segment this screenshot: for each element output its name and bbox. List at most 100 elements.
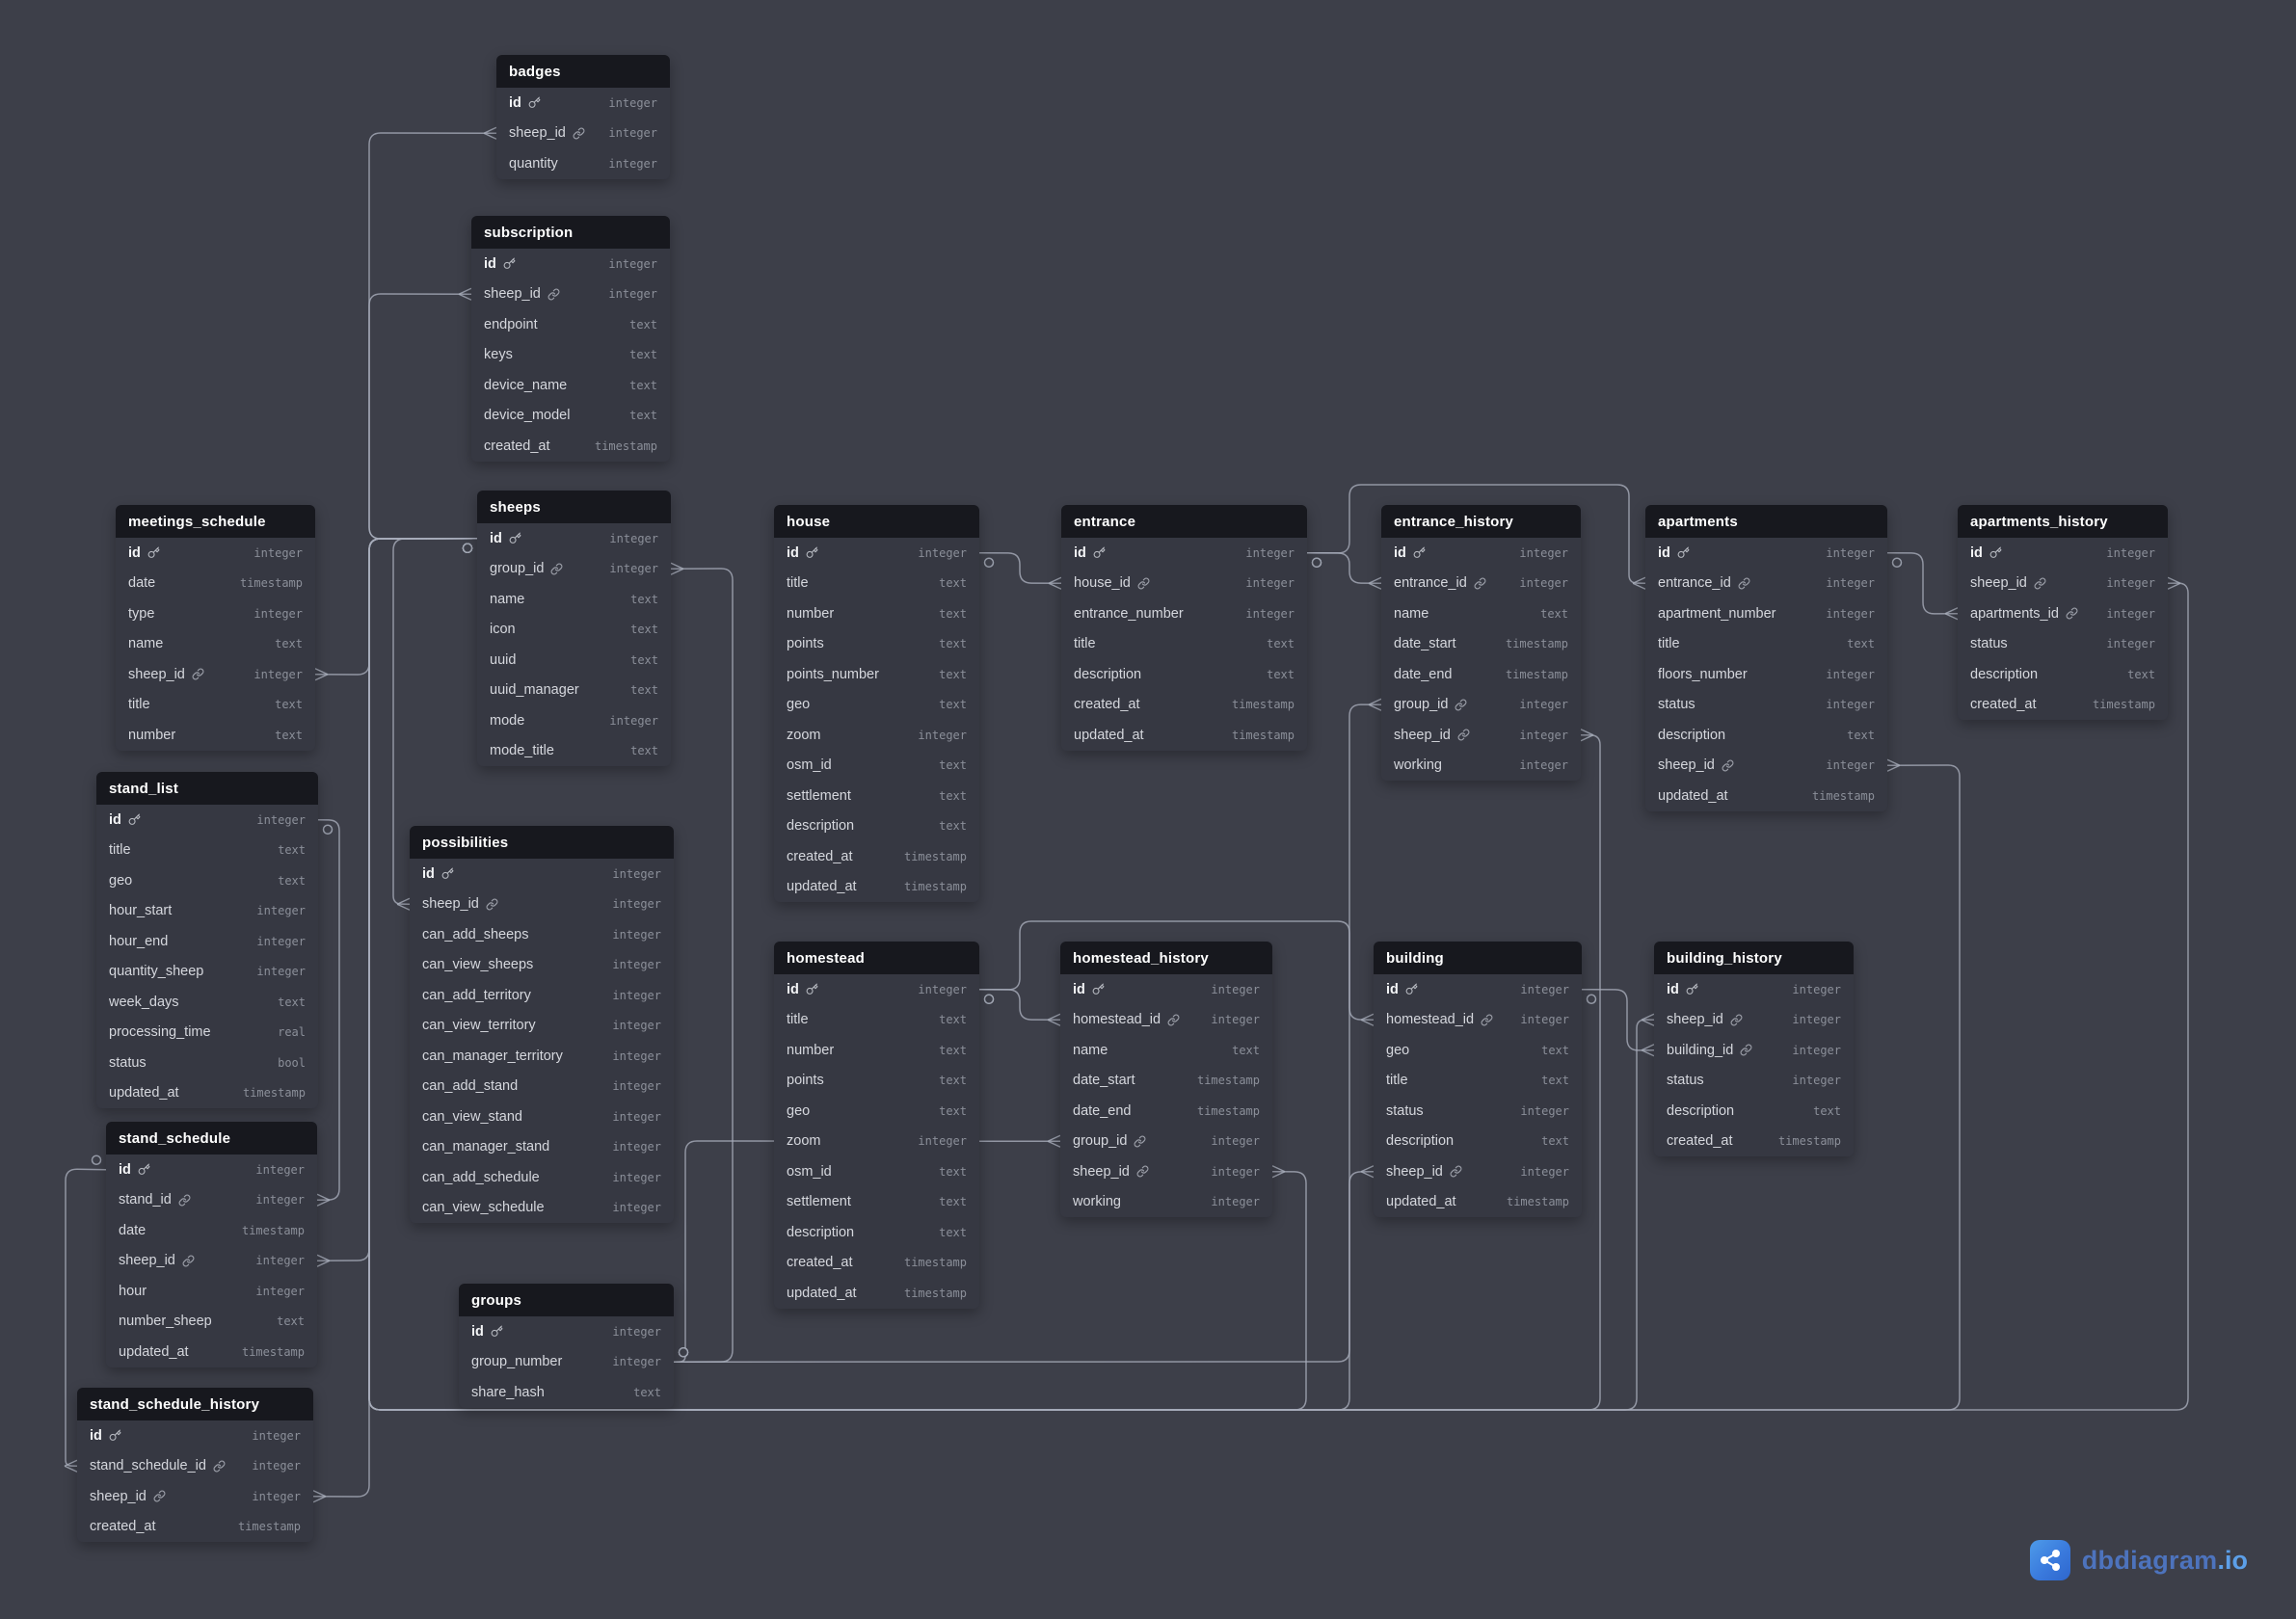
field-row-apartments-status[interactable]: statusinteger: [1645, 690, 1887, 721]
field-row-entrance-title[interactable]: titletext: [1061, 629, 1307, 660]
field-row-subscription-sheep_id[interactable]: sheep_idinteger: [471, 279, 670, 310]
field-row-homestead-description[interactable]: descriptiontext: [774, 1217, 979, 1248]
field-row-entrance_history-date_end[interactable]: date_endtimestamp: [1381, 659, 1581, 690]
table-entrance[interactable]: entranceidintegerhouse_idintegerentrance…: [1061, 505, 1307, 751]
table-header-groups[interactable]: groups: [459, 1284, 674, 1316]
table-header-meetings_schedule[interactable]: meetings_schedule: [116, 505, 315, 538]
field-row-stand_schedule-date[interactable]: datetimestamp: [106, 1215, 317, 1246]
field-row-building_history-status[interactable]: statusinteger: [1654, 1066, 1854, 1097]
field-row-house-points[interactable]: pointstext: [774, 629, 979, 660]
field-row-homestead_history-group_id[interactable]: group_idinteger: [1060, 1127, 1272, 1157]
field-row-meetings_schedule-name[interactable]: nametext: [116, 629, 315, 660]
field-row-house-updated_at[interactable]: updated_attimestamp: [774, 872, 979, 903]
field-row-apartments_history-id[interactable]: idinteger: [1958, 538, 2168, 569]
field-row-building-geo[interactable]: geotext: [1374, 1035, 1582, 1066]
field-row-homestead_history-homestead_id[interactable]: homestead_idinteger: [1060, 1005, 1272, 1036]
field-row-stand_list-status[interactable]: statusbool: [96, 1048, 318, 1078]
field-row-entrance-entrance_number[interactable]: entrance_numberinteger: [1061, 598, 1307, 629]
field-row-stand_schedule-updated_at[interactable]: updated_attimestamp: [106, 1337, 317, 1367]
field-row-stand_schedule-sheep_id[interactable]: sheep_idinteger: [106, 1246, 317, 1277]
field-row-stand_schedule_history-id[interactable]: idinteger: [77, 1420, 313, 1451]
field-row-homestead-number[interactable]: numbertext: [774, 1035, 979, 1066]
field-row-stand_schedule-number_sheep[interactable]: number_sheeptext: [106, 1307, 317, 1338]
field-row-sheeps-mode_title[interactable]: mode_titletext: [477, 736, 671, 767]
field-row-entrance-updated_at[interactable]: updated_attimestamp: [1061, 720, 1307, 751]
field-row-house-id[interactable]: idinteger: [774, 538, 979, 569]
field-row-apartments-updated_at[interactable]: updated_attimestamp: [1645, 781, 1887, 811]
table-header-subscription[interactable]: subscription: [471, 216, 670, 249]
relationship-line[interactable]: [671, 563, 733, 1362]
field-row-house-description[interactable]: descriptiontext: [774, 811, 979, 842]
table-possibilities[interactable]: possibilitiesidintegersheep_idintegercan…: [410, 826, 674, 1223]
field-row-house-points_number[interactable]: points_numbertext: [774, 659, 979, 690]
field-row-subscription-keys[interactable]: keystext: [471, 340, 670, 371]
table-badges[interactable]: badgesidintegersheep_idintegerquantityin…: [496, 55, 670, 179]
field-row-building-status[interactable]: statusinteger: [1374, 1096, 1582, 1127]
relationship-line[interactable]: [369, 288, 477, 552]
field-row-building_history-id[interactable]: idinteger: [1654, 974, 1854, 1005]
table-header-stand_list[interactable]: stand_list: [96, 772, 318, 805]
field-row-homestead-zoom[interactable]: zoominteger: [774, 1127, 979, 1157]
field-row-homestead-updated_at[interactable]: updated_attimestamp: [774, 1278, 979, 1309]
field-row-stand_list-updated_at[interactable]: updated_attimestamp: [96, 1078, 318, 1109]
field-row-apartments_history-apartments_id[interactable]: apartments_idinteger: [1958, 598, 2168, 629]
field-row-homestead_history-sheep_id[interactable]: sheep_idinteger: [1060, 1156, 1272, 1187]
field-row-building-id[interactable]: idinteger: [1374, 974, 1582, 1005]
field-row-meetings_schedule-type[interactable]: typeinteger: [116, 598, 315, 629]
field-row-building-homestead_id[interactable]: homestead_idinteger: [1374, 1005, 1582, 1036]
table-header-building_history[interactable]: building_history: [1654, 942, 1854, 974]
field-row-stand_schedule_history-sheep_id[interactable]: sheep_idinteger: [77, 1481, 313, 1512]
field-row-house-osm_id[interactable]: osm_idtext: [774, 751, 979, 782]
field-row-homestead-osm_id[interactable]: osm_idtext: [774, 1156, 979, 1187]
table-header-building[interactable]: building: [1374, 942, 1582, 974]
field-row-stand_list-geo[interactable]: geotext: [96, 865, 318, 896]
field-row-homestead-id[interactable]: idinteger: [774, 974, 979, 1005]
field-row-apartments_history-status[interactable]: statusinteger: [1958, 629, 2168, 660]
field-row-building_history-created_at[interactable]: created_attimestamp: [1654, 1127, 1854, 1157]
field-row-entrance_history-group_id[interactable]: group_idinteger: [1381, 690, 1581, 721]
table-header-sheeps[interactable]: sheeps: [477, 491, 671, 523]
dbdiagram-logo[interactable]: dbdiagram.io: [2030, 1540, 2248, 1580]
table-header-badges[interactable]: badges: [496, 55, 670, 88]
field-row-meetings_schedule-id[interactable]: idinteger: [116, 538, 315, 569]
field-row-subscription-device_model[interactable]: device_modeltext: [471, 401, 670, 432]
table-header-house[interactable]: house: [774, 505, 979, 538]
field-row-sheeps-uuid[interactable]: uuidtext: [477, 645, 671, 676]
field-row-meetings_schedule-date[interactable]: datetimestamp: [116, 569, 315, 599]
table-homestead[interactable]: homesteadidintegertitletextnumbertextpoi…: [774, 942, 979, 1309]
field-row-apartments-floors_number[interactable]: floors_numberinteger: [1645, 659, 1887, 690]
field-row-homestead-title[interactable]: titletext: [774, 1005, 979, 1036]
field-row-groups-share_hash[interactable]: share_hashtext: [459, 1377, 674, 1408]
field-row-house-created_at[interactable]: created_attimestamp: [774, 841, 979, 872]
field-row-badges-quantity[interactable]: quantityinteger: [496, 148, 670, 179]
table-stand_schedule_history[interactable]: stand_schedule_historyidintegerstand_sch…: [77, 1388, 313, 1542]
table-apartments[interactable]: apartmentsidintegerentrance_idintegerapa…: [1645, 505, 1887, 811]
field-row-possibilities-can_add_territory[interactable]: can_add_territoryinteger: [410, 980, 674, 1011]
field-row-possibilities-can_add_sheeps[interactable]: can_add_sheepsinteger: [410, 919, 674, 950]
field-row-building-title[interactable]: titletext: [1374, 1066, 1582, 1097]
field-row-meetings_schedule-sheep_id[interactable]: sheep_idinteger: [116, 659, 315, 690]
field-row-apartments-id[interactable]: idinteger: [1645, 538, 1887, 569]
table-header-homestead[interactable]: homestead: [774, 942, 979, 974]
table-building_history[interactable]: building_historyidintegersheep_idinteger…: [1654, 942, 1854, 1156]
field-row-building-sheep_id[interactable]: sheep_idinteger: [1374, 1156, 1582, 1187]
field-row-house-geo[interactable]: geotext: [774, 690, 979, 721]
table-apartments_history[interactable]: apartments_historyidintegersheep_idinteg…: [1958, 505, 2168, 720]
field-row-entrance_history-id[interactable]: idinteger: [1381, 538, 1581, 569]
field-row-groups-id[interactable]: idinteger: [459, 1316, 674, 1347]
field-row-apartments-description[interactable]: descriptiontext: [1645, 720, 1887, 751]
table-header-stand_schedule[interactable]: stand_schedule: [106, 1122, 317, 1155]
field-row-sheeps-group_id[interactable]: group_idinteger: [477, 554, 671, 585]
field-row-stand_list-title[interactable]: titletext: [96, 836, 318, 866]
table-header-homestead_history[interactable]: homestead_history: [1060, 942, 1272, 974]
field-row-apartments_history-sheep_id[interactable]: sheep_idinteger: [1958, 569, 2168, 599]
field-row-possibilities-can_manager_territory[interactable]: can_manager_territoryinteger: [410, 1041, 674, 1072]
field-row-apartments-title[interactable]: titletext: [1645, 629, 1887, 660]
relationship-line[interactable]: [315, 539, 477, 680]
field-row-stand_list-processing_time[interactable]: processing_timereal: [96, 1018, 318, 1048]
field-row-homestead-geo[interactable]: geotext: [774, 1096, 979, 1127]
table-sheeps[interactable]: sheepsidintegergroup_idintegernametextic…: [477, 491, 671, 766]
field-row-apartments-sheep_id[interactable]: sheep_idinteger: [1645, 751, 1887, 782]
table-stand_schedule[interactable]: stand_scheduleidintegerstand_idintegerda…: [106, 1122, 317, 1367]
table-building[interactable]: buildingidintegerhomestead_idintegergeot…: [1374, 942, 1582, 1217]
